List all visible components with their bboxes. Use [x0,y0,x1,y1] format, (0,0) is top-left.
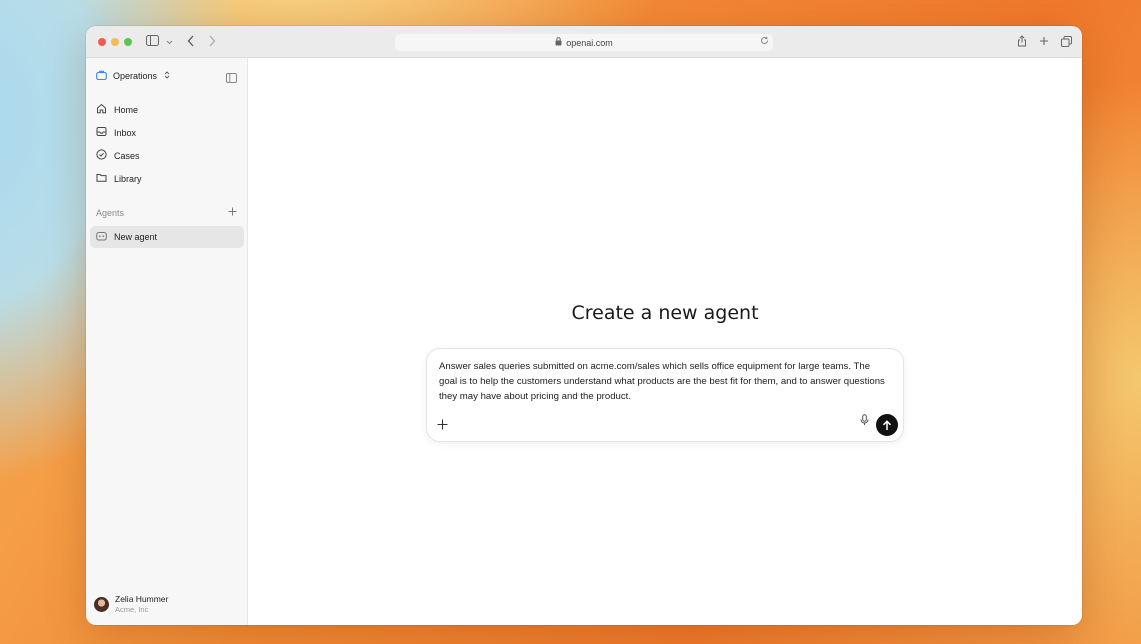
sidebar-item-label: Inbox [114,127,137,138]
prompt-input[interactable]: Answer sales queries submitted on acme.c… [439,359,889,404]
forward-button[interactable] [208,35,216,51]
sidebar-item-library[interactable]: Library [90,167,244,190]
workspace-switcher[interactable]: Operations [96,70,170,82]
arrow-up-icon [882,419,892,430]
sidebar-item-home[interactable]: Home [90,98,244,121]
browser-titlebar: openai.com [86,26,1082,58]
user-info: Zelia Hummer Acme, Inc [115,594,168,615]
user-org: Acme, Inc [115,605,149,614]
folder-icon [96,172,107,185]
close-window-button[interactable] [98,38,106,46]
home-icon [96,103,107,116]
add-agent-icon[interactable] [228,206,237,218]
send-button[interactable] [876,414,898,436]
lock-icon [555,37,562,48]
user-profile[interactable]: Zelia Hummer Acme, Inc [94,594,168,615]
agent-prompt-composer[interactable]: Answer sales queries submitted on acme.c… [426,348,904,442]
minimize-window-button[interactable] [111,38,119,46]
microphone-icon[interactable] [860,413,869,431]
bot-icon [96,231,107,243]
sidebar-item-new-agent[interactable]: New agent [90,226,244,248]
sidebar-item-label: Cases [114,150,140,161]
agent-label: New agent [114,232,158,242]
tab-overview-icon[interactable] [1060,34,1072,48]
avatar [94,597,109,612]
sidebar-nav: Home Inbox Cases Library [90,98,244,190]
browser-window: openai.com Operations Home Inbox Cases L… [86,26,1082,625]
browser-actions [1016,34,1072,48]
agents-section-label: Agents [96,208,125,218]
user-name: Zelia Hummer [115,594,169,604]
inbox-icon [96,126,107,139]
add-attachment-icon[interactable] [437,418,448,432]
address-bar[interactable]: openai.com [395,34,773,51]
sidebar-toggle-icon[interactable] [146,35,159,50]
new-tab-icon[interactable] [1038,34,1050,48]
sidebar-item-cases[interactable]: Cases [90,144,244,167]
check-circle-icon [96,149,107,162]
sidebar: Operations Home Inbox Cases Library Agen… [86,58,248,625]
page-title: Create a new agent [571,302,759,324]
chevron-updown-icon [164,71,170,81]
briefcase-icon [96,70,107,82]
chevron-down-icon[interactable] [166,36,173,50]
maximize-window-button[interactable] [124,38,132,46]
share-icon[interactable] [1016,34,1028,48]
workspace-label: Operations [113,71,158,81]
sidebar-item-label: Library [114,173,142,184]
url-text: openai.com [566,37,613,48]
collapse-sidebar-icon[interactable] [226,70,237,88]
back-button[interactable] [187,35,195,51]
sidebar-item-inbox[interactable]: Inbox [90,121,244,144]
sidebar-item-label: Home [114,104,139,115]
reload-icon[interactable] [760,36,769,48]
main-content: Create a new agent Answer sales queries … [248,58,1082,625]
window-controls [98,38,132,46]
